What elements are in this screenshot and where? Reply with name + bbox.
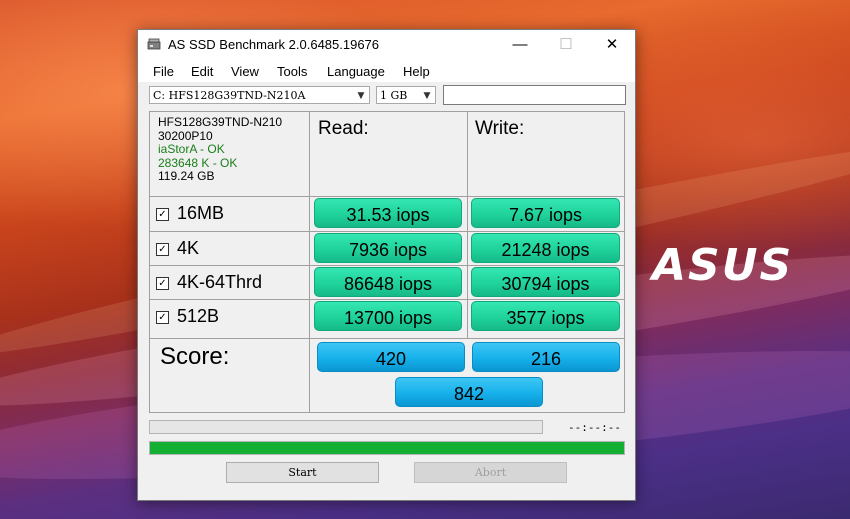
result-4k-read: 7936 iops [314, 233, 462, 263]
test-row-4k[interactable]: ✓ 4K [156, 238, 199, 259]
chevron-down-icon: ▼ [423, 91, 431, 101]
test-row-512b[interactable]: ✓ 512B [156, 306, 219, 327]
checkbox-16mb[interactable]: ✓ [156, 208, 169, 221]
result-512b-write: 3577 iops [471, 301, 620, 331]
test-progress-bar [149, 420, 543, 434]
info-text-field[interactable] [443, 85, 626, 105]
menu-help[interactable]: Help [403, 64, 430, 79]
score-read: 420 [317, 342, 465, 372]
menu-edit[interactable]: Edit [191, 64, 213, 79]
menu-file[interactable]: File [153, 64, 174, 79]
result-512b-read: 13700 iops [314, 301, 462, 331]
menu-bar: File Edit View Tools Language Help [138, 60, 635, 82]
menu-view[interactable]: View [231, 64, 259, 79]
test-label-4k-64thrd: 4K-64Thrd [177, 272, 263, 292]
drive-model: HFS128G39TND-N210 [158, 115, 283, 129]
write-header: Write: [475, 118, 525, 139]
minimize-button[interactable]: — [497, 30, 543, 60]
read-header: Read: [318, 118, 369, 139]
size-select[interactable]: 1 GB ▼ [376, 86, 436, 104]
drive-select-value: C: HFS128G39TND-N210A [153, 89, 306, 102]
total-progress-fill [150, 442, 624, 454]
checkbox-4k[interactable]: ✓ [156, 243, 169, 256]
test-label-4k: 4K [177, 238, 200, 258]
result-16mb-write: 7.67 iops [471, 198, 620, 228]
result-16mb-read: 31.53 iops [314, 198, 462, 228]
test-label-16mb: 16MB [177, 203, 225, 223]
driver-status: iaStorA - OK [158, 142, 225, 156]
window-title: AS SSD Benchmark 2.0.6485.19676 [168, 37, 380, 52]
score-write: 216 [472, 342, 620, 372]
test-row-16mb[interactable]: ✓ 16MB [156, 203, 224, 224]
close-button[interactable]: ✕ [589, 30, 635, 60]
drive-info: HFS128G39TND-N210 30200P10 iaStorA - OK … [158, 115, 283, 184]
drive-firmware: 30200P10 [158, 128, 213, 143]
drive-icon [147, 38, 161, 50]
score-label: Score: [160, 343, 230, 370]
menu-tools[interactable]: Tools [277, 64, 307, 79]
result-4k-64thrd-write: 30794 iops [471, 267, 620, 297]
total-progress-bar [149, 441, 625, 455]
score-total: 842 [395, 377, 543, 407]
size-select-value: 1 GB [380, 89, 408, 102]
drive-select[interactable]: C: HFS128G39TND-N210A ▼ [149, 86, 370, 104]
title-bar[interactable]: AS SSD Benchmark 2.0.6485.19676 — ☐ ✕ [138, 30, 635, 60]
chevron-down-icon: ▼ [357, 91, 365, 101]
menu-language[interactable]: Language [327, 64, 385, 79]
elapsed-time: --:--:-- [568, 421, 621, 434]
asus-logo: ASUS [652, 240, 794, 291]
checkbox-512b[interactable]: ✓ [156, 311, 169, 324]
alignment-status: 283648 K - OK [158, 155, 238, 170]
drive-capacity: 119.24 GB [158, 169, 215, 183]
checkbox-4k-64thrd[interactable]: ✓ [156, 277, 169, 290]
abort-button[interactable]: Abort [414, 462, 567, 483]
results-grid: HFS128G39TND-N210 30200P10 iaStorA - OK … [149, 111, 625, 413]
test-label-512b: 512B [177, 306, 220, 326]
maximize-button[interactable]: ☐ [543, 30, 589, 60]
result-4k-64thrd-read: 86648 iops [314, 267, 462, 297]
result-4k-write: 21248 iops [471, 233, 620, 263]
test-row-4k-64thrd[interactable]: ✓ 4K-64Thrd [156, 272, 262, 293]
start-button[interactable]: Start [226, 462, 379, 483]
app-window: AS SSD Benchmark 2.0.6485.19676 — ☐ ✕ Fi… [137, 29, 636, 501]
